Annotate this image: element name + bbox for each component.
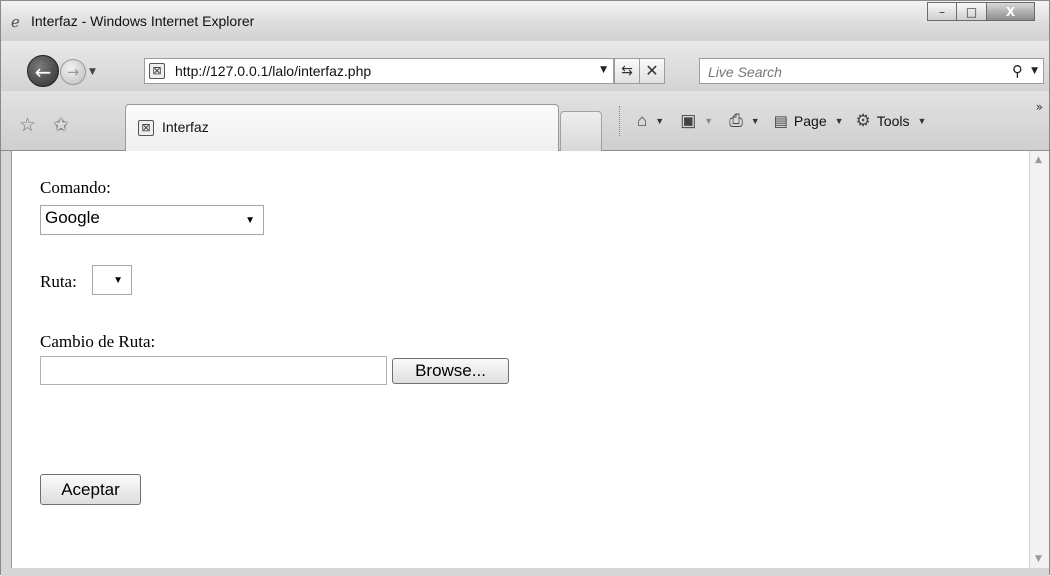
browser-window: ℯ Interfaz - Windows Internet Explorer –… [0, 0, 1050, 576]
file-path-input[interactable] [40, 356, 387, 385]
window-frame-left [1, 151, 12, 568]
toolbar-separator [619, 106, 621, 136]
feeds-dropdown-icon[interactable]: ▼ [704, 116, 713, 126]
search-dropdown-icon[interactable]: ▼ [1031, 66, 1038, 76]
page-dropdown-icon[interactable]: ▼ [835, 116, 844, 126]
print-dropdown-icon[interactable]: ▼ [751, 116, 760, 126]
command-bar: ⌂ ▼ ▣ ▼ ⎙ ▼ ▤ Page ▼ ⚙ Tools ▼ [619, 101, 926, 141]
tab-label: Interfaz [162, 119, 209, 135]
rss-icon[interactable]: ▣ [680, 111, 696, 131]
window-title: Interfaz - Windows Internet Explorer [31, 13, 255, 29]
scroll-up-icon[interactable]: ▲ [1035, 155, 1042, 165]
gear-icon[interactable]: ⚙ [856, 111, 871, 131]
page-menu-label[interactable]: Page [794, 113, 827, 129]
search-icon[interactable]: ⚲ [1012, 62, 1023, 80]
stop-icon[interactable]: ✕ [639, 58, 665, 84]
title-bar[interactable]: ℯ Interfaz - Windows Internet Explorer –… [1, 1, 1049, 41]
ruta-label: Ruta: [40, 272, 77, 291]
aceptar-button[interactable]: Aceptar [40, 474, 141, 505]
browse-button[interactable]: Browse... [392, 358, 509, 384]
minimize-button[interactable]: – [927, 2, 957, 21]
chevron-more-icon[interactable]: » [1036, 100, 1043, 114]
refresh-icon[interactable]: ⇆ [614, 58, 640, 84]
page-content: Comando: Google ▼ Ruta: ▼ Cambio de Ruta… [12, 151, 1029, 568]
close-button[interactable]: X [987, 2, 1035, 21]
comando-label: Comando: [40, 178, 111, 197]
tools-dropdown-icon[interactable]: ▼ [917, 116, 926, 126]
forward-arrow-icon[interactable]: → [60, 59, 86, 85]
comando-select-value: Google [45, 208, 100, 227]
tools-menu-label[interactable]: Tools [877, 113, 910, 129]
new-tab-button[interactable] [560, 111, 602, 151]
chevron-down-icon: ▼ [113, 275, 123, 286]
search-box: ⚲ ▼ [699, 58, 1044, 84]
search-input[interactable] [706, 62, 990, 82]
scroll-down-icon[interactable]: ▼ [1035, 554, 1042, 564]
vertical-scrollbar[interactable]: ▲ ▼ [1029, 151, 1049, 568]
back-arrow-icon[interactable]: ← [27, 55, 59, 87]
window-controls: – □ X [927, 2, 1035, 22]
page-icon[interactable]: ▤ [774, 112, 788, 130]
ruta-select[interactable]: ▼ [92, 265, 132, 295]
cambio-ruta-label: Cambio de Ruta: [40, 332, 156, 351]
page-favicon-icon: ⊠ [149, 63, 165, 79]
comando-select[interactable]: Google ▼ [40, 205, 264, 235]
printer-icon[interactable]: ⎙ [729, 111, 743, 131]
ie-icon: ℯ [11, 13, 20, 31]
address-dropdown-icon[interactable]: ▼ [600, 65, 607, 75]
address-url[interactable]: http://127.0.0.1/lalo/interfaz.php [175, 63, 371, 79]
tab-interfaz[interactable]: ⊠ Interfaz [125, 104, 559, 151]
add-favorites-icon[interactable]: ✩ [53, 114, 69, 136]
favorites-star-icon[interactable]: ☆ [19, 114, 36, 136]
history-dropdown-icon[interactable]: ▼ [89, 67, 96, 77]
home-icon[interactable]: ⌂ [637, 111, 647, 131]
home-dropdown-icon[interactable]: ▼ [655, 116, 664, 126]
maximize-button[interactable]: □ [957, 2, 987, 21]
address-bar[interactable]: ⊠ http://127.0.0.1/lalo/interfaz.php ▼ [144, 58, 614, 84]
chevron-down-icon: ▼ [245, 215, 255, 226]
tab-favicon-icon: ⊠ [138, 120, 154, 136]
